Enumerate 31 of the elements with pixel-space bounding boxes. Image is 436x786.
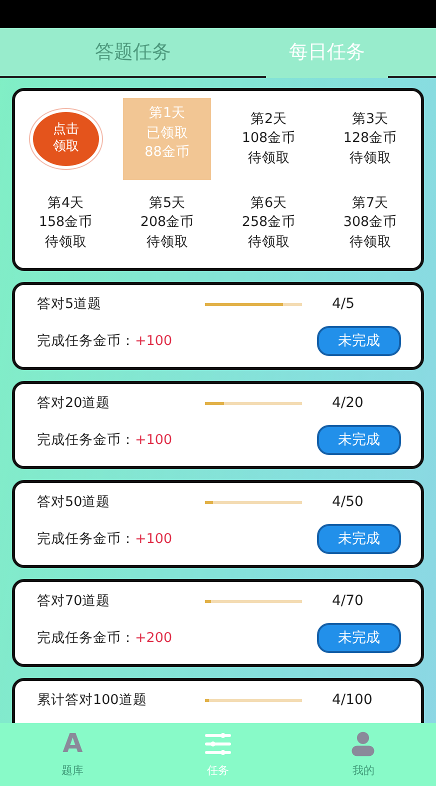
status-button[interactable]: 未完成 bbox=[317, 326, 401, 356]
progress-text: 4/50 bbox=[332, 494, 364, 510]
task-title: 答对50道题 bbox=[37, 493, 112, 511]
day-reward: 第2天 108金币 待领取 bbox=[240, 110, 297, 168]
day-reward: 第5天 208金币 待领取 bbox=[139, 194, 196, 252]
task-title: 累计答对100道题 bbox=[37, 691, 148, 709]
day-reward: 第7天 308金币 待领取 bbox=[342, 194, 398, 252]
status-button[interactable]: 未完成 bbox=[317, 425, 401, 455]
progress-text: 4/100 bbox=[332, 692, 372, 708]
sliders-icon bbox=[202, 731, 233, 757]
nav-item[interactable]: A 题库 bbox=[22, 723, 123, 786]
claim-button[interactable]: 点击领取 bbox=[30, 109, 102, 169]
tab[interactable]: 答题任务 bbox=[0, 28, 266, 78]
day-reward: 第6天 258金币 待领取 bbox=[240, 194, 297, 252]
task-title: 答对20道题 bbox=[37, 394, 112, 412]
progress-text: 4/5 bbox=[332, 296, 355, 312]
status-button[interactable]: 未完成 bbox=[317, 524, 401, 554]
reward-text: 完成任务金币：+100 bbox=[37, 431, 172, 449]
reward-text: 完成任务金币：+100 bbox=[37, 530, 172, 548]
letter-icon: A bbox=[62, 729, 83, 759]
progress-text: 4/70 bbox=[332, 593, 364, 609]
task-title: 答对70道题 bbox=[37, 592, 112, 610]
day-reward: 第4天 158金币 待领取 bbox=[38, 194, 94, 252]
nav-item[interactable]: 我的 bbox=[313, 723, 414, 786]
day-reward: 第1天 已领取 88金币 bbox=[123, 98, 212, 180]
progress-text: 4/20 bbox=[332, 395, 364, 411]
reward-text: 完成任务金币：+200 bbox=[37, 629, 172, 647]
reward-text: 完成任务金币：+100 bbox=[37, 332, 172, 350]
day-reward: 第3天 128金币 待领取 bbox=[342, 110, 398, 168]
task-title: 答对5道题 bbox=[37, 295, 103, 313]
status-button[interactable]: 未完成 bbox=[317, 623, 401, 653]
